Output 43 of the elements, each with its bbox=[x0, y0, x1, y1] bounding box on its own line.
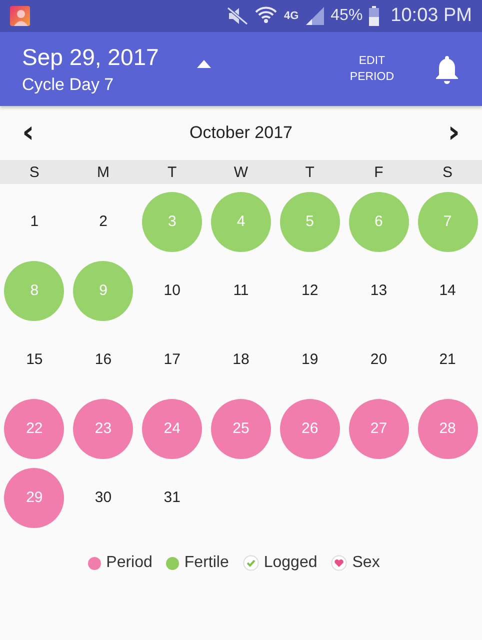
weekday-label: S bbox=[28, 164, 40, 180]
next-month-button[interactable]: › bbox=[442, 118, 466, 148]
notification-bell-icon[interactable] bbox=[434, 54, 460, 84]
app-icon bbox=[10, 6, 30, 26]
day-number[interactable]: 14 bbox=[418, 260, 478, 320]
legend-label: Sex bbox=[352, 554, 380, 572]
day-number[interactable]: 10 bbox=[142, 260, 202, 320]
day-number[interactable]: 31 bbox=[142, 468, 202, 528]
legend-label: Period bbox=[106, 554, 152, 572]
weekday-label: F bbox=[373, 164, 384, 180]
selected-date: Sep 29, 2017 bbox=[22, 44, 159, 70]
signal-icon bbox=[304, 6, 325, 26]
weekday-label: T bbox=[166, 164, 178, 180]
day-number[interactable]: 20 bbox=[348, 330, 409, 390]
month-title: October 2017 bbox=[189, 123, 292, 143]
day-number[interactable]: 16 bbox=[73, 330, 134, 390]
network-type: 4G bbox=[284, 10, 299, 22]
mute-icon bbox=[226, 6, 248, 26]
legend-label: Fertile bbox=[184, 554, 229, 572]
day-number[interactable]: 15 bbox=[4, 330, 64, 390]
day-number[interactable]: 18 bbox=[210, 330, 271, 390]
edit-period-button[interactable]: EDIT PERIOD bbox=[350, 53, 394, 85]
caret-up-icon[interactable] bbox=[196, 60, 211, 68]
clock-time: 10:03 PM bbox=[390, 5, 472, 27]
battery-icon bbox=[368, 6, 379, 26]
day-number[interactable]: 19 bbox=[280, 330, 340, 390]
legend-label: Logged bbox=[264, 554, 318, 572]
day-number[interactable]: 13 bbox=[348, 260, 409, 320]
day-number[interactable]: 11 bbox=[210, 260, 271, 320]
weekday-label: S bbox=[442, 164, 454, 180]
battery-percent: 45% bbox=[330, 7, 363, 25]
weekday-label: M bbox=[96, 164, 111, 180]
day-number[interactable]: 12 bbox=[280, 260, 340, 320]
weekday-label: W bbox=[232, 164, 250, 180]
weekday-label: T bbox=[304, 164, 316, 180]
previous-month-button[interactable]: ‹ bbox=[16, 118, 40, 148]
check-icon bbox=[242, 555, 259, 571]
day-number[interactable]: 1 bbox=[4, 192, 64, 252]
cycle-day: Cycle Day 7 bbox=[22, 74, 159, 94]
day-number[interactable]: 17 bbox=[142, 330, 202, 390]
day-number[interactable]: 30 bbox=[73, 468, 134, 528]
day-number[interactable]: 21 bbox=[418, 330, 478, 390]
day-number[interactable]: 2 bbox=[73, 192, 134, 252]
